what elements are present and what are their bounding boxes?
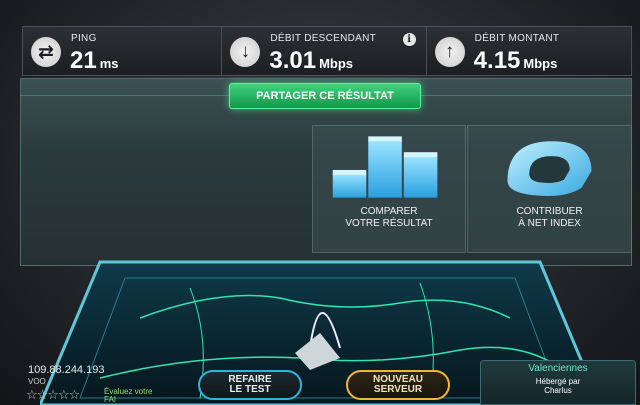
ping-metric: ⇄ PING 21 ms — [23, 27, 223, 75]
upload-metric: ↑ DÉBIT MONTANT 4.15 Mbps — [427, 27, 631, 75]
upload-unit: Mbps — [523, 56, 558, 71]
server-info: Valenciennes Hébergé par Charlus — [480, 360, 636, 405]
bar-chart-icon — [332, 136, 438, 198]
upload-value-wrap: 4.15 Mbps — [474, 47, 558, 75]
info-icon[interactable]: i — [402, 33, 416, 46]
isp-name: VOO — [28, 377, 46, 386]
contribute-line2: À NET INDEX — [518, 218, 581, 229]
contribute-line1: CONTRIBUER — [516, 206, 583, 217]
upload-label: DÉBIT MONTANT — [474, 33, 560, 44]
arrow-down-icon: ↓ — [230, 37, 261, 67]
results-bar: ⇄ PING 21 ms ↓ DÉBIT DESCENDANT 3.01 Mbps … — [22, 26, 632, 76]
download-unit: Mbps — [319, 56, 354, 71]
compare-line1: COMPARER — [360, 206, 418, 217]
server-city: Valenciennes — [528, 363, 588, 374]
net-index-icon — [507, 141, 592, 196]
hosted-line1: Hébergé par — [535, 377, 581, 386]
contribute-tile[interactable]: CONTRIBUER À NET INDEX — [467, 125, 632, 253]
ip-address: 109.88.244.193 — [28, 364, 105, 376]
retest-line2: LE TEST — [229, 384, 271, 395]
ping-label: PING — [71, 33, 97, 44]
client-info: 109.88.244.193 VOO ☆☆☆☆☆ Évaluez votre F… — [26, 360, 168, 405]
compare-line2: VOTRE RÉSULTAT — [345, 218, 433, 229]
download-metric: ↓ DÉBIT DESCENDANT 3.01 Mbps i — [222, 27, 427, 75]
hosted-line2: Charlus — [544, 386, 572, 395]
download-label: DÉBIT DESCENDANT — [270, 33, 377, 44]
new-server-button[interactable]: NOUVEAU SERVEUR — [346, 370, 450, 400]
ping-value-wrap: 21 ms — [70, 47, 119, 75]
rate-isp-text[interactable]: Évaluez votre FAI — [104, 388, 152, 404]
compare-result-tile[interactable]: COMPARER VOTRE RÉSULTAT — [312, 125, 466, 253]
rate-line2: FAI — [104, 395, 117, 404]
compare-label: COMPARER VOTRE RÉSULTAT — [313, 206, 465, 230]
download-value: 3.01 — [269, 47, 317, 74]
share-result-button[interactable]: PARTAGER CE RÉSULTAT — [229, 83, 421, 109]
retest-button[interactable]: REFAIRE LE TEST — [198, 370, 302, 400]
newserver-line2: SERVEUR — [373, 384, 423, 395]
star-rating[interactable]: ☆☆☆☆☆ — [26, 387, 80, 403]
arrow-up-icon: ↑ — [434, 37, 465, 67]
upload-value: 4.15 — [473, 47, 521, 74]
swap-arrows-icon: ⇄ — [31, 37, 61, 67]
download-value-wrap: 3.01 Mbps — [269, 47, 353, 75]
speedtest-app: ⇄ PING 21 ms ↓ DÉBIT DESCENDANT 3.01 Mbps … — [0, 0, 640, 405]
ping-value: 21 — [70, 47, 97, 74]
server-host: Hébergé par Charlus — [481, 377, 635, 395]
ping-unit: ms — [99, 56, 119, 71]
contribute-label: CONTRIBUER À NET INDEX — [468, 206, 631, 230]
